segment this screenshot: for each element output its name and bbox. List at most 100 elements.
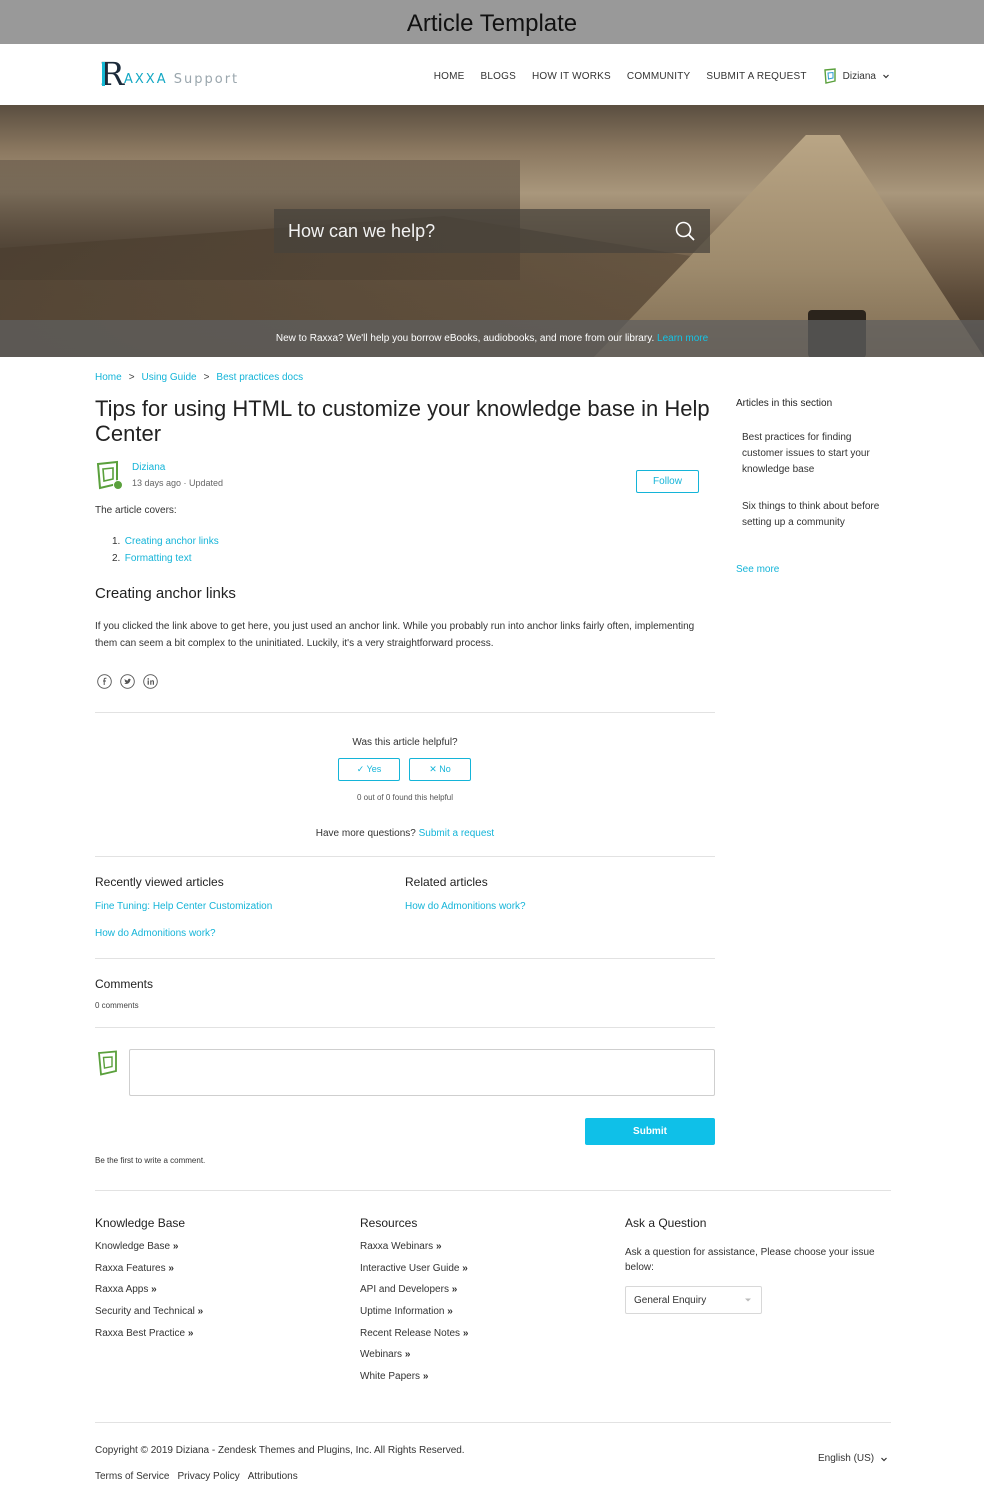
recently-viewed-title: Recently viewed articles: [95, 875, 224, 889]
issue-select[interactable]: General Enquiry: [625, 1286, 762, 1314]
comments-count: 0 comments: [95, 1001, 139, 1010]
footer-link[interactable]: Raxxa Apps »: [95, 1284, 157, 1295]
language-label: English (US): [818, 1453, 875, 1464]
breadcrumb-separator: >: [203, 372, 210, 383]
footer-resources-title: Resources: [360, 1216, 418, 1230]
vote-yes-button[interactable]: ✓ Yes: [338, 758, 400, 781]
terms-of-service-link[interactable]: Terms of Service: [95, 1471, 169, 1482]
linkedin-icon[interactable]: [143, 674, 158, 689]
footer-link[interactable]: White Papers »: [360, 1371, 428, 1382]
chevron-down-icon: [881, 1457, 888, 1461]
facebook-icon[interactable]: [97, 674, 112, 689]
ask-question-text: Ask a question for assistance, Please ch…: [625, 1247, 875, 1273]
article-meta: 13 days ago · Updated: [132, 478, 224, 488]
footer-link-label: Raxxa Features: [95, 1263, 166, 1274]
user-menu[interactable]: Diziana: [823, 68, 890, 84]
footer-link-label: Raxxa Best Practice: [95, 1328, 186, 1339]
divider: [95, 1027, 715, 1028]
footer-link[interactable]: Webinars »: [360, 1349, 410, 1360]
toc-link-anchor-links[interactable]: Creating anchor links: [125, 536, 219, 547]
related-article-link[interactable]: How do Admonitions work?: [405, 901, 526, 912]
sidebar-article-link[interactable]: Best practices for finding customer issu…: [742, 430, 892, 478]
vote-count: 0 out of 0 found this helpful: [356, 793, 454, 802]
footer-link[interactable]: Interactive User Guide »: [360, 1263, 468, 1274]
user-name: Diziana: [842, 70, 876, 82]
footer-link-arrow: »: [151, 1284, 157, 1295]
breadcrumb-using-guide[interactable]: Using Guide: [142, 372, 197, 383]
footer-link-label: Interactive User Guide: [360, 1263, 460, 1274]
issue-select-value: General Enquiry: [634, 1295, 707, 1306]
attributions-link[interactable]: Attributions: [248, 1471, 298, 1482]
search-bar[interactable]: How can we help?: [274, 209, 710, 253]
divider: [95, 1190, 891, 1191]
footer-link[interactable]: Knowledge Base »: [95, 1241, 178, 1252]
footer-ask-title: Ask a Question: [625, 1216, 707, 1230]
table-of-contents: 1. Creating anchor links 2. Formatting t…: [112, 536, 219, 570]
banner-message: New to Raxxa? We'll help you borrow eBoo…: [275, 333, 655, 344]
footer-link-label: Security and Technical: [95, 1306, 195, 1317]
author-name[interactable]: Diziana: [132, 462, 165, 473]
footer-link-label: White Papers: [360, 1371, 421, 1382]
footer-knowledge-base-title: Knowledge Base: [95, 1216, 186, 1230]
footer-link[interactable]: API and Developers »: [360, 1284, 457, 1295]
divider: [95, 712, 715, 713]
user-avatar-icon: [823, 68, 836, 84]
template-label: Article Template: [406, 10, 578, 37]
caret-down-icon: [745, 1298, 751, 1302]
nav-home[interactable]: HOME: [434, 71, 465, 82]
article-body: If you clicked the link above to get her…: [95, 621, 695, 649]
logo-text: AXXA Support: [124, 72, 239, 87]
divider: [95, 958, 715, 959]
hero-section: How can we help? New to Raxxa? We'll hel…: [0, 105, 984, 357]
breadcrumb-best-practices[interactable]: Best practices docs: [216, 372, 303, 383]
nav-community[interactable]: COMMUNITY: [627, 71, 690, 82]
recently-viewed-link[interactable]: How do Admonitions work?: [95, 928, 216, 939]
footer-link-arrow: »: [462, 1263, 468, 1274]
first-comment-prompt: Be the first to write a comment.: [95, 1156, 206, 1165]
toc-number: 1.: [112, 536, 121, 547]
see-more-link[interactable]: See more: [736, 564, 779, 575]
footer-link-arrow: »: [172, 1241, 179, 1252]
comment-input[interactable]: [129, 1049, 715, 1096]
language-selector[interactable]: English (US): [818, 1453, 888, 1464]
breadcrumb-separator: >: [128, 372, 135, 383]
divider: [95, 1422, 891, 1423]
learn-more-link[interactable]: Learn more: [657, 333, 708, 344]
footer-link-label: Webinars: [360, 1349, 403, 1360]
nav-submit-request[interactable]: SUBMIT A REQUEST: [706, 71, 806, 82]
twitter-icon[interactable]: [120, 674, 135, 689]
recently-viewed-link[interactable]: Fine Tuning: Help Center Customization: [95, 901, 272, 912]
footer-link[interactable]: Security and Technical »: [95, 1306, 203, 1317]
follow-button[interactable]: Follow: [636, 470, 699, 493]
search-input[interactable]: How can we help?: [288, 221, 435, 242]
related-articles-title: Related articles: [405, 875, 488, 889]
submit-comment-button[interactable]: Submit: [585, 1118, 715, 1145]
nav-blogs[interactable]: BLOGS: [481, 71, 516, 82]
footer-link-arrow: »: [168, 1263, 174, 1274]
footer-link[interactable]: Raxxa Best Practice »: [95, 1328, 193, 1339]
vote-no-button[interactable]: ✕ No: [409, 758, 471, 781]
sidebar-title: Articles in this section: [736, 398, 833, 409]
site-header: R AXXA Support HOME BLOGS HOW IT WORKS C…: [0, 44, 984, 105]
author-status-badge: [113, 480, 123, 490]
footer-link[interactable]: Recent Release Notes »: [360, 1328, 468, 1339]
toc-number: 2.: [112, 553, 121, 564]
comments-title: Comments: [95, 977, 154, 991]
toc-link-formatting-text[interactable]: Formatting text: [125, 553, 192, 564]
hero-banner-text: New to Raxxa? We'll help you borrow eBoo…: [276, 333, 708, 344]
sidebar-article-link[interactable]: Six things to think about before setting…: [742, 499, 892, 531]
search-icon[interactable]: [674, 220, 696, 242]
footer-link[interactable]: Uptime Information »: [360, 1306, 453, 1317]
breadcrumb-home[interactable]: Home: [95, 372, 122, 383]
privacy-policy-link[interactable]: Privacy Policy: [177, 1471, 239, 1482]
footer-link[interactable]: Raxxa Features »: [95, 1263, 174, 1274]
footer-link[interactable]: Raxxa Webinars »: [360, 1241, 442, 1252]
footer-link-arrow: »: [422, 1371, 429, 1382]
article-author: Diziana 13 days ago · Updated Follow: [95, 460, 715, 500]
footer-link-arrow: »: [451, 1284, 458, 1295]
template-label-bar: Article Template: [0, 0, 984, 44]
hero-banner: New to Raxxa? We'll help you borrow eBoo…: [0, 320, 984, 357]
nav-how-it-works[interactable]: HOW IT WORKS: [532, 71, 611, 82]
submit-request-link[interactable]: Submit a request: [419, 828, 495, 839]
more-questions: Have more questions? Submit a request: [95, 828, 715, 839]
